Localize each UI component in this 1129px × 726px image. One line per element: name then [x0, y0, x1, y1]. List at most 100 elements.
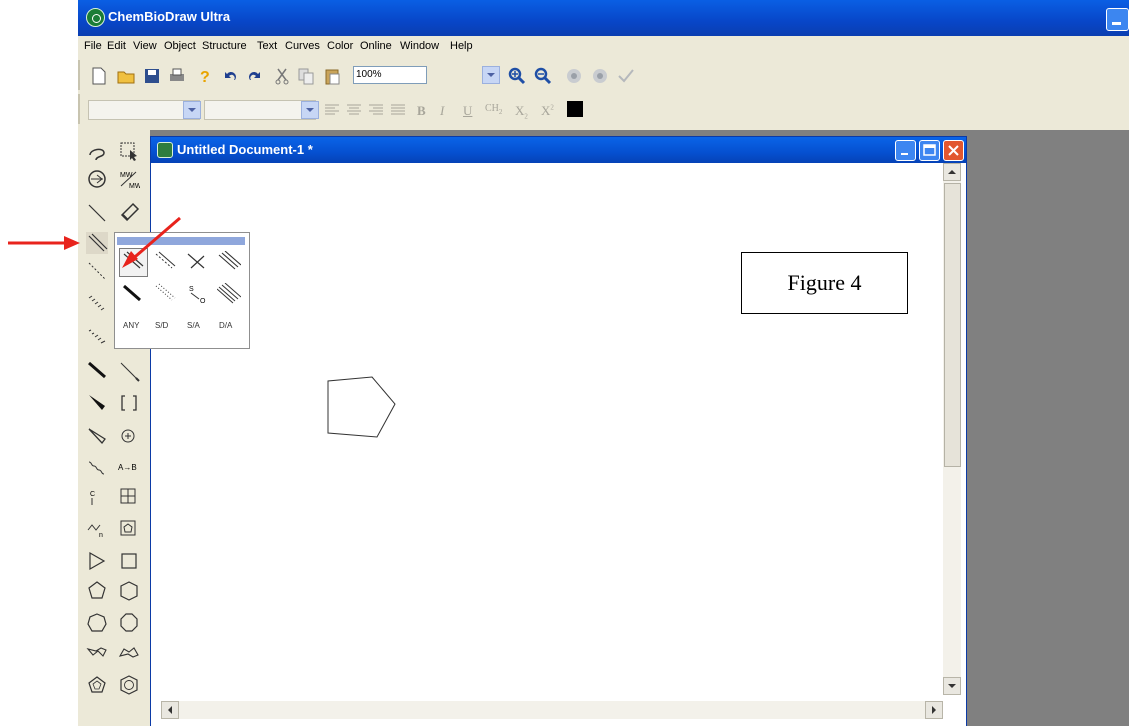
multiple-bond-icon[interactable]	[86, 232, 108, 254]
structure-to-name-icon[interactable]	[591, 67, 609, 85]
menu-view[interactable]: View	[133, 40, 157, 52]
triple-bond-icon[interactable]	[217, 251, 241, 273]
horizontal-scrollbar[interactable]	[161, 701, 943, 719]
vertical-scroll-thumb[interactable]	[944, 183, 961, 467]
query-bond-single-double[interactable]: S/D	[155, 321, 168, 330]
wedged-bond-icon[interactable]	[86, 392, 108, 414]
templates-icon[interactable]	[118, 518, 140, 540]
wavy-bond-icon[interactable]	[118, 360, 140, 382]
hashed-bond-icon[interactable]	[86, 292, 108, 314]
superscript-button[interactable]: X2	[541, 103, 554, 119]
hollow-wedge-bond-icon[interactable]	[86, 426, 108, 448]
cycloheptane-icon[interactable]	[86, 612, 108, 634]
reaction-arrow-icon[interactable]: A→B	[118, 456, 140, 478]
formula-button[interactable]: CH2	[485, 103, 502, 116]
paste-icon[interactable]	[323, 67, 341, 85]
italic-button[interactable]: I	[440, 103, 444, 119]
menu-object[interactable]: Object	[164, 40, 196, 52]
crossed-bond-icon[interactable]	[185, 251, 209, 273]
double-bond-icon[interactable]	[121, 251, 145, 273]
clean-structure-icon[interactable]	[565, 67, 583, 85]
open-folder-icon[interactable]	[117, 67, 135, 85]
scroll-right-button[interactable]	[925, 701, 943, 719]
document-close-button[interactable]	[943, 140, 964, 161]
eraser-icon[interactable]	[118, 202, 140, 224]
cyclopropane-icon[interactable]	[86, 550, 108, 572]
document-maximize-button[interactable]	[919, 140, 940, 161]
cyclooctane-icon[interactable]	[118, 612, 140, 634]
menu-online[interactable]: Online	[360, 40, 392, 52]
menu-help[interactable]: Help	[450, 40, 473, 52]
structure-perspective-icon[interactable]	[86, 168, 108, 190]
undo-icon[interactable]	[221, 67, 239, 85]
bold-bond-icon[interactable]	[86, 360, 108, 382]
brackets-icon[interactable]	[118, 392, 140, 414]
menu-curves[interactable]: Curves	[285, 40, 320, 52]
benzene-icon[interactable]	[118, 674, 140, 696]
solid-bond-icon[interactable]	[86, 202, 108, 224]
cyclopentane-icon[interactable]	[86, 580, 108, 602]
zoom-out-icon[interactable]	[534, 67, 552, 85]
copy-icon[interactable]	[297, 67, 315, 85]
scroll-down-button[interactable]	[943, 677, 961, 695]
table-icon[interactable]	[118, 486, 140, 508]
bold-double-bond-icon[interactable]	[121, 283, 145, 305]
wavy-line-icon[interactable]	[86, 456, 108, 478]
figure-caption-box[interactable]: Figure 4	[741, 252, 908, 314]
mass-fragmentation-icon[interactable]: MW MW	[118, 168, 140, 190]
drawing-canvas[interactable]: Figure 4	[161, 163, 943, 703]
lasso-icon[interactable]	[86, 140, 108, 162]
dashed-double-bond-icon[interactable]	[153, 251, 177, 273]
subscript-button[interactable]: X2	[515, 103, 528, 121]
cut-icon[interactable]	[273, 67, 291, 85]
help-question-icon[interactable]: ?	[196, 67, 214, 85]
font-family-dropdown-button[interactable]	[183, 101, 201, 119]
cyclopentane-structure[interactable]	[161, 163, 943, 703]
marquee-select-icon[interactable]	[118, 140, 140, 162]
charge-icon[interactable]	[118, 426, 140, 448]
chain-icon[interactable]: C	[86, 486, 108, 508]
check-structure-icon[interactable]	[617, 67, 635, 85]
menu-structure[interactable]: Structure	[202, 40, 247, 52]
save-icon[interactable]	[143, 67, 161, 85]
scroll-left-button[interactable]	[161, 701, 179, 719]
cyclopentadiene-icon[interactable]	[86, 674, 108, 696]
menu-window[interactable]: Window	[400, 40, 439, 52]
print-icon[interactable]	[168, 67, 186, 85]
dative-bond-icon[interactable]: SO	[185, 283, 209, 305]
new-document-icon[interactable]	[90, 67, 108, 85]
document-minimize-button[interactable]	[895, 140, 916, 161]
zoom-dropdown-button[interactable]	[482, 66, 500, 84]
dashed-bond-icon[interactable]	[86, 260, 108, 282]
menu-text[interactable]: Text	[257, 40, 277, 52]
vertical-scrollbar[interactable]	[943, 163, 961, 695]
justify-icon[interactable]	[389, 101, 407, 119]
popup-titlebar[interactable]	[117, 237, 245, 245]
minimize-button[interactable]	[1106, 8, 1129, 31]
query-bond-single-aromatic[interactable]: S/A	[187, 321, 200, 330]
align-right-icon[interactable]	[367, 101, 385, 119]
cyclobutane-icon[interactable]	[118, 550, 140, 572]
scroll-up-button[interactable]	[943, 163, 961, 181]
acyclic-chain-icon[interactable]: n	[86, 518, 108, 540]
hashed-double-bond-icon[interactable]	[153, 283, 177, 305]
zoom-in-icon[interactable]	[508, 67, 526, 85]
text-color-swatch[interactable]	[567, 101, 583, 117]
menu-edit[interactable]: Edit	[107, 40, 126, 52]
cyclohexane-chair-alt-icon[interactable]	[118, 642, 140, 664]
font-size-dropdown-button[interactable]	[301, 101, 319, 119]
cyclohexane-icon[interactable]	[118, 580, 140, 602]
align-center-icon[interactable]	[345, 101, 363, 119]
zoom-select[interactable]: 100%	[353, 66, 427, 84]
underline-button[interactable]: U	[463, 103, 472, 119]
hashed-wedge-bond-icon[interactable]	[86, 326, 108, 348]
font-size-select[interactable]	[204, 100, 316, 120]
cyclohexane-chair-icon[interactable]	[86, 642, 108, 664]
query-bond-any[interactable]: ANY	[123, 321, 139, 330]
align-left-icon[interactable]	[323, 101, 341, 119]
menu-file[interactable]: File	[84, 40, 102, 52]
quadruple-bond-icon[interactable]	[217, 283, 241, 305]
bold-button[interactable]: B	[417, 103, 426, 119]
query-bond-double-aromatic[interactable]: D/A	[219, 321, 232, 330]
redo-icon[interactable]	[246, 67, 264, 85]
